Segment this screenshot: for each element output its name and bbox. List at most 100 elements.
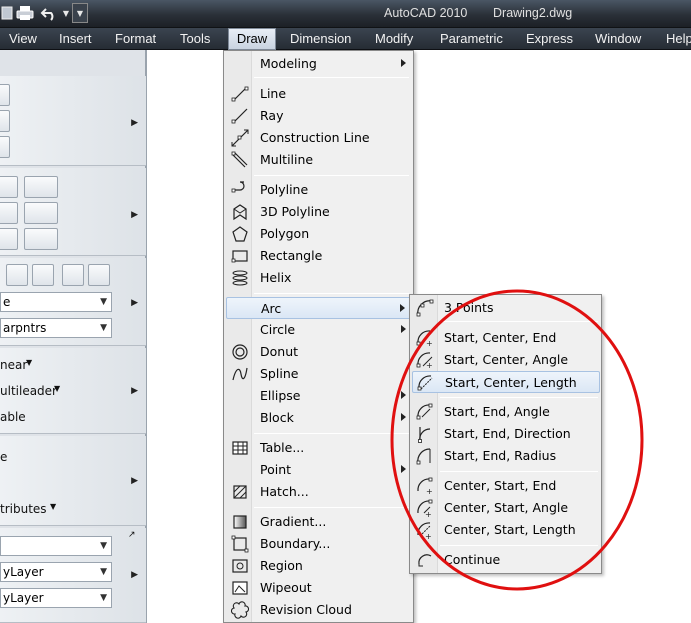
- chevron-down-icon: ▼: [100, 593, 107, 603]
- menu-parametric[interactable]: Parametric: [438, 28, 505, 50]
- menu-dimension[interactable]: Dimension: [288, 28, 353, 50]
- chevron-down-icon[interactable]: ▼: [26, 358, 32, 367]
- menu-express[interactable]: Express: [524, 28, 575, 50]
- menu-item-table[interactable]: Table...: [226, 437, 412, 459]
- menu-window[interactable]: Window: [593, 28, 643, 50]
- layer-combo[interactable]: arpntrs ▼: [0, 318, 112, 338]
- menu-item-construction-line[interactable]: Construction Line: [226, 127, 412, 149]
- ribbon-tool-icon[interactable]: [0, 176, 18, 198]
- menu-item-wipeout[interactable]: Wipeout: [226, 577, 412, 599]
- chevron-down-icon: ▼: [100, 541, 107, 551]
- arc-item-start-end-radius[interactable]: Start, End, Radius: [412, 445, 600, 467]
- linetype-combo[interactable]: yLayer ▼: [0, 562, 112, 582]
- menu-item-label: Point: [260, 462, 292, 477]
- menu-separator: [440, 321, 598, 322]
- chevron-down-icon[interactable]: ▼: [54, 384, 60, 393]
- multiline-icon: [231, 151, 248, 168]
- ribbon-tool-icon[interactable]: [6, 264, 28, 286]
- menu-item-ray[interactable]: Ray: [226, 105, 412, 127]
- title-bar: ▼ ▼ AutoCAD 2010 Drawing2.dwg: [0, 0, 691, 28]
- chevron-down-icon[interactable]: ▼: [50, 502, 56, 511]
- ribbon-tool-icon[interactable]: [0, 202, 18, 224]
- arc-item-center-start-angle[interactable]: + Center, Start, Angle: [412, 497, 600, 519]
- menu-item-ellipse[interactable]: Ellipse: [226, 385, 412, 407]
- multileader-label[interactable]: ultileader: [0, 384, 57, 398]
- color-combo[interactable]: ▼: [0, 536, 112, 556]
- ribbon-tool-icon[interactable]: [0, 84, 10, 106]
- menu-item-arc[interactable]: Arc: [226, 297, 412, 319]
- menu-item-polyline[interactable]: Polyline: [226, 179, 412, 201]
- ribbon-tool-icon[interactable]: [24, 176, 58, 198]
- menu-item-3d-polyline[interactable]: 3D Polyline: [226, 201, 412, 223]
- menu-item-modeling[interactable]: Modeling: [226, 53, 412, 75]
- menu-item-point[interactable]: Point: [226, 459, 412, 481]
- table-label[interactable]: able: [0, 410, 26, 424]
- ribbon-tool-icon[interactable]: [24, 202, 58, 224]
- arc-item-start-end-angle[interactable]: Start, End, Angle: [412, 401, 600, 423]
- panel-launcher-icon[interactable]: ↗: [128, 530, 136, 540]
- arc-item-center-start-end[interactable]: + Center, Start, End: [412, 475, 600, 497]
- undo-dropdown-icon[interactable]: ▼: [60, 3, 72, 23]
- print-icon[interactable]: [14, 3, 36, 23]
- arc-item-continue[interactable]: Continue: [412, 549, 600, 571]
- menu-item-region[interactable]: Region: [226, 555, 412, 577]
- arc-item-3-points[interactable]: 3 Points: [412, 297, 600, 319]
- ribbon-tool-icon[interactable]: [24, 228, 58, 250]
- arc-sea-icon: [416, 403, 433, 420]
- menu-item-boundary[interactable]: Boundary...: [226, 533, 412, 555]
- chevron-right-icon[interactable]: ▶: [131, 118, 138, 128]
- ribbon-tool-icon[interactable]: [88, 264, 110, 286]
- ribbon-section-block: e tributes ▼ ▶: [0, 436, 146, 526]
- ribbon-tool-icon[interactable]: [0, 110, 10, 132]
- menu-item-label: Block: [260, 410, 294, 425]
- chevron-right-icon[interactable]: ▶: [131, 298, 138, 308]
- arc-item-start-center-end[interactable]: + Start, Center, End: [412, 327, 600, 349]
- menu-item-gradient[interactable]: Gradient...: [226, 511, 412, 533]
- block-label[interactable]: e: [0, 450, 7, 464]
- menu-item-block[interactable]: Block: [226, 407, 412, 429]
- menu-item-donut[interactable]: Donut: [226, 341, 412, 363]
- chevron-right-icon[interactable]: ▶: [131, 476, 138, 486]
- menu-item-rectangle[interactable]: Rectangle: [226, 245, 412, 267]
- document-title: Drawing2.dwg: [493, 6, 573, 20]
- undo-icon[interactable]: [38, 3, 60, 23]
- ribbon-tool-icon[interactable]: [32, 264, 54, 286]
- ribbon-tool-icon[interactable]: [0, 136, 10, 158]
- menu-item-label: Center, Start, Length: [444, 522, 576, 537]
- boundary-icon: [231, 535, 249, 553]
- menu-item-revision-cloud[interactable]: Revision Cloud: [226, 599, 412, 621]
- menu-item-helix[interactable]: Helix: [226, 267, 412, 289]
- draw-menu: Modeling Line Ray Construction Line Mult…: [223, 50, 414, 623]
- menu-item-spline[interactable]: Spline: [226, 363, 412, 385]
- menu-item-hatch[interactable]: Hatch...: [226, 481, 412, 503]
- menu-format[interactable]: Format: [113, 28, 158, 50]
- attributes-label[interactable]: tributes: [0, 502, 47, 516]
- chevron-right-icon[interactable]: ▶: [131, 386, 138, 396]
- quick-access-save-icon[interactable]: [0, 3, 14, 23]
- menu-item-multiline[interactable]: Multiline: [226, 149, 412, 171]
- menu-item-polygon[interactable]: Polygon: [226, 223, 412, 245]
- arc-item-start-center-length[interactable]: Start, Center, Length: [412, 371, 600, 393]
- menu-help[interactable]: Help: [664, 28, 691, 50]
- menu-modify[interactable]: Modify: [373, 28, 415, 50]
- menu-tools[interactable]: Tools: [178, 28, 212, 50]
- arc-item-start-center-angle[interactable]: + Start, Center, Angle: [412, 349, 600, 371]
- ribbon-panel: ▶ ▶ e ▼ arpntrs ▼ ▶ near ▼ ultileader ▼ ab…: [0, 50, 146, 623]
- menu-insert[interactable]: Insert: [57, 28, 94, 50]
- lineweight-combo[interactable]: yLayer ▼: [0, 588, 112, 608]
- construction-line-icon: [231, 129, 249, 147]
- menu-draw[interactable]: Draw: [228, 28, 276, 50]
- quick-access-customize-icon[interactable]: ▼: [72, 3, 88, 23]
- arc-scl-icon: [417, 375, 433, 391]
- chevron-right-icon[interactable]: ▶: [131, 210, 138, 220]
- linear-dim-label[interactable]: near: [0, 358, 27, 372]
- menu-view[interactable]: View: [7, 28, 39, 50]
- menu-item-line[interactable]: Line: [226, 83, 412, 105]
- arc-item-center-start-length[interactable]: + Center, Start, Length: [412, 519, 600, 541]
- chevron-right-icon[interactable]: ▶: [131, 570, 138, 580]
- menu-item-circle[interactable]: Circle: [226, 319, 412, 341]
- ribbon-tool-icon[interactable]: [62, 264, 84, 286]
- arc-item-start-end-direction[interactable]: Start, End, Direction: [412, 423, 600, 445]
- ribbon-tool-icon[interactable]: [0, 228, 18, 250]
- style-combo[interactable]: e ▼: [0, 292, 112, 312]
